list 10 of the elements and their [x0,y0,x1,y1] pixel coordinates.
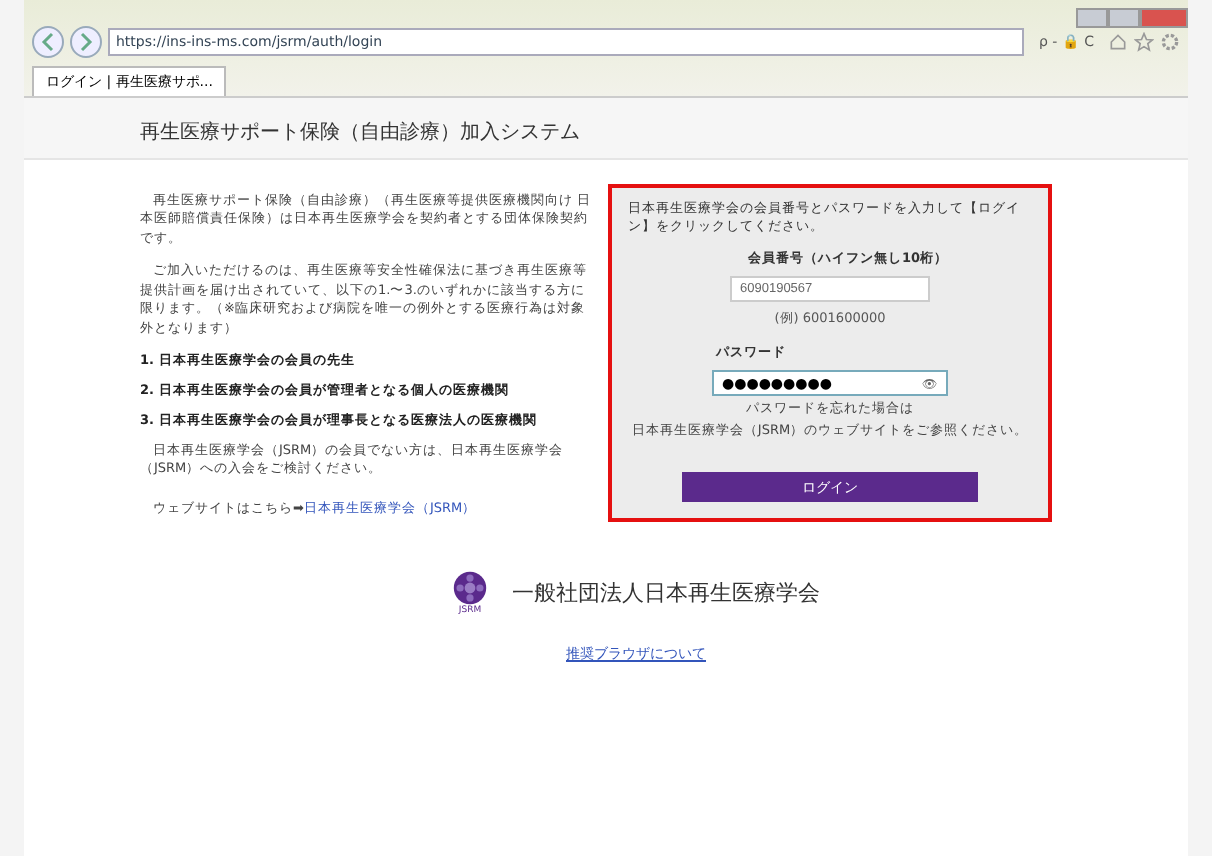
back-button[interactable] [32,26,64,58]
forward-button[interactable] [70,26,102,58]
page-title: 再生医療サポート保険（自由診療）加入システム [140,122,580,144]
home-icon[interactable] [1108,32,1128,52]
star-icon[interactable] [1134,32,1154,52]
close-button[interactable] [1140,8,1188,28]
flower-logo-icon [452,570,488,607]
maximize-button[interactable] [1108,8,1140,28]
organization-name: 一般社団法人日本再生医療学会 [512,578,820,609]
minimize-button[interactable] [1076,8,1108,28]
